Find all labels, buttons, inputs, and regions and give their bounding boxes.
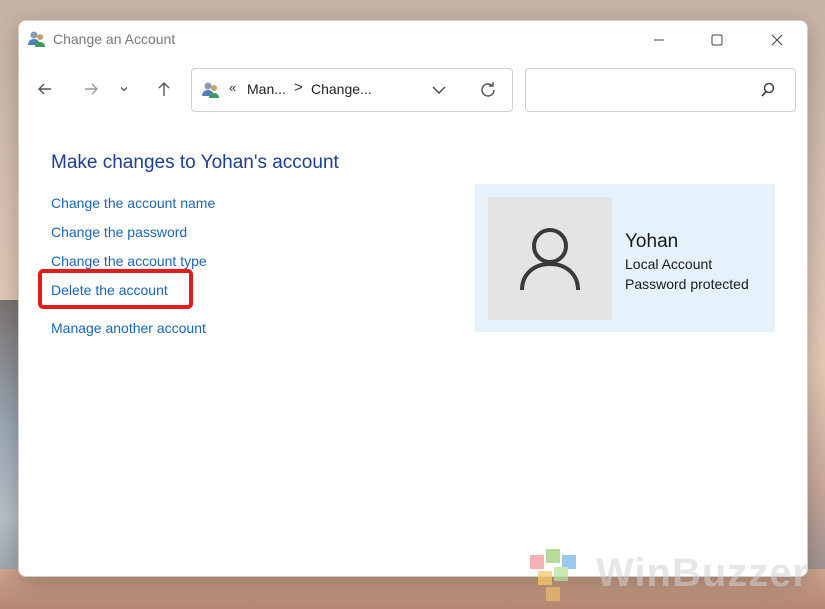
- page-title: Make changes to Yohan's account: [51, 152, 339, 173]
- chevron-down-icon: [432, 86, 446, 94]
- maximize-button[interactable]: [695, 27, 739, 53]
- up-button[interactable]: [150, 77, 178, 101]
- minimize-icon: [654, 39, 664, 41]
- change-password-link[interactable]: Change the password: [51, 224, 187, 240]
- recent-locations-button[interactable]: [114, 77, 134, 101]
- avatar: [488, 197, 612, 320]
- overflow-chevron[interactable]: «: [229, 80, 236, 95]
- search-input[interactable]: [525, 68, 796, 112]
- users-icon: [27, 29, 47, 49]
- account-type: Local Account: [625, 256, 713, 272]
- arrow-right-icon: [85, 83, 98, 95]
- search-icon: [759, 81, 777, 99]
- account-name: Yohan: [625, 231, 679, 252]
- maximize-icon: [711, 34, 723, 46]
- address-dropdown-button[interactable]: [430, 81, 448, 99]
- account-card: Yohan Local Account Password protected: [475, 184, 775, 332]
- chevron-down-icon: [120, 87, 128, 92]
- user-icon: [520, 227, 580, 290]
- manage-another-account-link[interactable]: Manage another account: [51, 320, 206, 336]
- breadcrumb-segment-1[interactable]: Man...: [247, 81, 286, 97]
- window-title: Change an Account: [53, 31, 176, 47]
- arrow-up-icon: [158, 82, 170, 96]
- refresh-icon: [481, 82, 495, 97]
- watermark: WinBuzzer: [520, 545, 820, 605]
- address-bar[interactable]: « Man... > Change...: [191, 68, 513, 112]
- close-button[interactable]: [755, 27, 799, 53]
- watermark-text: WinBuzzer: [596, 551, 810, 595]
- minimize-button[interactable]: [637, 27, 681, 53]
- users-icon: [201, 80, 221, 100]
- back-button[interactable]: [31, 77, 59, 101]
- control-panel-window: Change an Account « Man... > Change... M…: [18, 20, 808, 577]
- highlight-box: [38, 269, 193, 309]
- arrow-left-icon: [38, 83, 51, 95]
- change-account-type-link[interactable]: Change the account type: [51, 253, 207, 269]
- change-account-name-link[interactable]: Change the account name: [51, 195, 215, 211]
- close-icon: [771, 34, 783, 46]
- title-bar[interactable]: Change an Account: [19, 21, 807, 59]
- cube-logo-icon: [530, 549, 576, 601]
- breadcrumb-segment-2[interactable]: Change...: [311, 81, 372, 97]
- forward-button[interactable]: [77, 77, 105, 101]
- breadcrumb-separator: >: [294, 79, 303, 96]
- account-status: Password protected: [625, 276, 749, 292]
- refresh-button[interactable]: [478, 80, 498, 100]
